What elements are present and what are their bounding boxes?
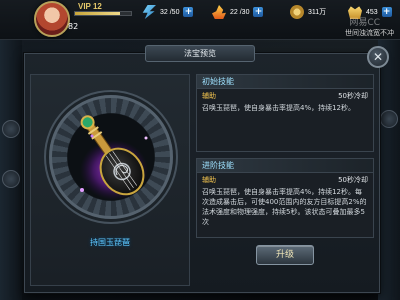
lightning-icon [142,5,156,19]
coin-icon [290,5,304,19]
advanced-skill-meta: 辅助 50秒冷却 [197,173,373,185]
player-avatar[interactable] [34,1,70,37]
basic-skill-meta: 辅助 50秒冷却 [197,89,373,101]
artifact-name: 持国玉琵琶 [90,238,130,247]
player-level: 82 [68,22,79,31]
add-ingot-button[interactable]: + [381,7,392,17]
right-side-button[interactable] [380,110,398,128]
advanced-skill-box: 进阶技能 辅助 50秒冷却 召唤玉琵琶，使自身暴击率提高4%，持续12秒。每次造… [196,158,374,238]
left-side-button[interactable] [2,120,20,138]
energy-value: 32 /50 [160,8,180,16]
right-side-panel [378,40,400,300]
pipa-artifact-icon[interactable] [52,98,176,222]
guild-motto: 世间浊流宽不冲 [345,29,394,37]
basic-skill-box: 初始技能 辅助 50秒冷却 召唤玉琵琶，使自身暴击率提高4%，持续12秒。 [196,74,374,152]
advanced-skill-cooldown: 50秒冷却 [338,176,368,184]
basic-skill-type: 辅助 [202,92,216,100]
flame-icon [212,5,226,19]
dialog-title: 法宝预览 [145,45,255,62]
advanced-skill-heading: 进阶技能 [197,159,373,173]
basic-skill-heading: 初始技能 [197,75,373,89]
basic-skill-cooldown: 50秒冷却 [338,92,368,100]
close-button[interactable]: ✕ [367,46,389,68]
stamina-value: 22 /30 [230,8,250,16]
top-hud: VIP 12 82 32 /50 + 22 /30 + 311万 453 + 网… [0,0,400,40]
upgrade-button[interactable]: 升级 [256,245,314,265]
experience-bar-fill [75,12,120,15]
experience-bar [74,11,132,16]
advanced-skill-type: 辅助 [202,176,216,184]
add-energy-button[interactable]: + [183,7,194,17]
stamina-resource: 22 /30 + [212,4,264,20]
energy-resource: 32 /50 + [142,4,194,20]
basic-skill-description: 召唤玉琵琶，使自身暴击率提高4%，持续12秒。 [202,104,356,112]
coin-value: 311万 [308,9,327,16]
advanced-skill-description: 召唤玉琵琶，使自身暴击率提高4%，持续12秒。每次造成暴击后，可使400范围内的… [202,188,367,226]
add-stamina-button[interactable]: + [253,7,264,17]
vip-badge: VIP 12 [78,2,102,11]
left-side-button[interactable] [2,170,20,188]
watermark: 网易CC [349,18,380,28]
coin-resource: 311万 [290,4,326,20]
